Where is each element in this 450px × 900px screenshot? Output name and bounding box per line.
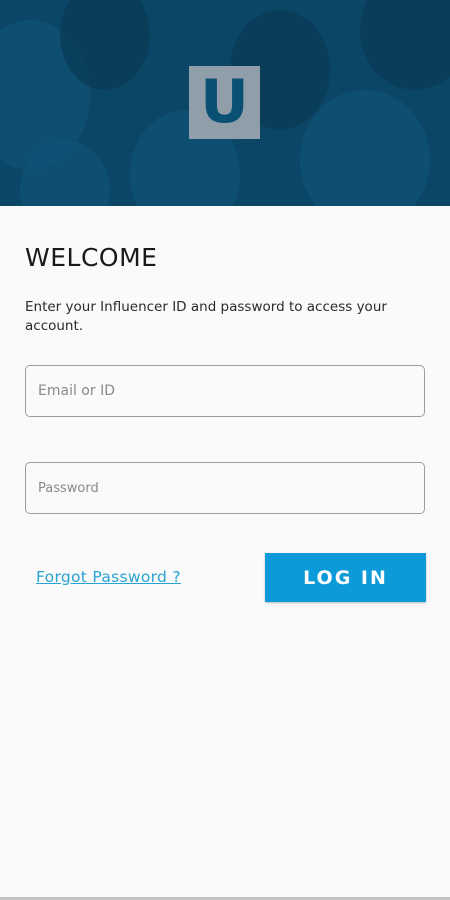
email-field[interactable] [25, 365, 425, 417]
login-instructions: Enter your Influencer ID and password to… [25, 299, 387, 334]
crowd-photo-shape [300, 90, 430, 206]
app-logo: U [189, 66, 260, 139]
page-title: WELCOME [25, 243, 158, 272]
header-banner: U [0, 0, 450, 206]
password-field[interactable] [25, 462, 425, 514]
crowd-photo-shape [360, 0, 450, 90]
logo-letter: U [200, 66, 249, 137]
login-button[interactable]: LOG IN [265, 553, 426, 602]
forgot-password-link[interactable]: Forgot Password ? [36, 568, 181, 586]
